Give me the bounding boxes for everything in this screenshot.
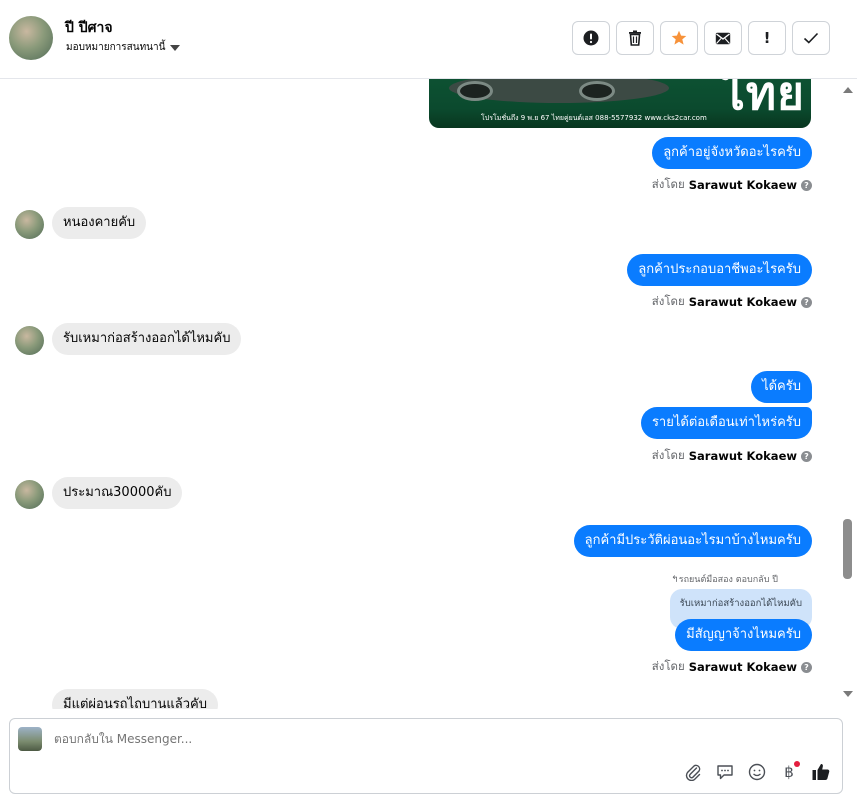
sent-by-prefix: ส่งโดย <box>651 294 685 308</box>
exclamation-icon: ! <box>763 29 771 47</box>
attach-button[interactable] <box>682 761 704 783</box>
message-incoming[interactable]: มีแต่ผ่อนรถไถบานแล้วคับ <box>52 689 218 709</box>
caret-down-icon <box>170 44 181 51</box>
scroll-thumb[interactable] <box>843 519 852 579</box>
sent-by-prefix: ส่งโดย <box>651 177 685 191</box>
sent-by-label: ส่งโดย Sarawut Kokaew ? <box>652 293 812 311</box>
reply-composer: ฿ <box>9 718 843 794</box>
sent-by-prefix: ส่งโดย <box>651 659 685 673</box>
contact-avatar-small[interactable] <box>15 480 44 509</box>
sent-by-agent: Sarawut Kokaew <box>688 295 797 309</box>
notification-dot <box>794 761 800 767</box>
promo-image[interactable]: ไทย โปรโมชั่นถึง 9 พ.ย 67 ไทยคู่ยนต์เอส … <box>429 79 811 128</box>
done-button[interactable] <box>792 21 830 55</box>
promo-footer: โปรโมชั่นถึง 9 พ.ย 67 ไทยคู่ยนต์เอส 088-… <box>481 114 707 122</box>
page-avatar <box>18 727 42 751</box>
help-icon[interactable]: ? <box>801 450 812 462</box>
help-icon[interactable]: ? <box>801 661 812 673</box>
help-icon[interactable]: ? <box>801 296 812 308</box>
envelope-icon <box>715 32 731 44</box>
scroll-up-arrow-icon[interactable] <box>843 87 853 93</box>
sent-by-agent: Sarawut Kokaew <box>688 660 797 674</box>
message-incoming[interactable]: รับเหมาก่อสร้างออกได้ไหมคับ <box>52 323 242 355</box>
contact-name[interactable]: ปี ปีศาจ <box>65 17 113 39</box>
smile-icon <box>748 763 766 781</box>
thread-scrollbar[interactable] <box>840 79 857 709</box>
payment-button[interactable]: ฿ <box>778 761 800 783</box>
contact-avatar-small[interactable] <box>15 326 44 355</box>
trash-icon <box>629 30 641 46</box>
message-outgoing[interactable]: ได้ครับ <box>751 371 812 403</box>
saved-replies-button[interactable] <box>714 761 736 783</box>
star-button[interactable] <box>660 21 698 55</box>
sent-by-prefix: ส่งโดย <box>651 448 685 462</box>
thumbs-up-icon <box>812 764 830 780</box>
emoji-button[interactable] <box>746 761 768 783</box>
paperclip-icon <box>685 764 701 781</box>
contact-avatar[interactable] <box>9 16 53 60</box>
alert-circle-icon <box>583 30 599 46</box>
help-icon[interactable]: ? <box>801 179 812 191</box>
message-outgoing[interactable]: ลูกค้าอยู่จังหวัดอะไรครับ <box>652 137 812 169</box>
reply-note: ↰รถยนต์มือสอง ตอบกลับ ปี <box>671 575 778 585</box>
promo-headline: ไทย <box>721 79 805 120</box>
sent-by-label: ส่งโดย Sarawut Kokaew ? <box>652 447 812 465</box>
message-outgoing[interactable]: ลูกค้ามีประวัติผ่อนอะไรมาบ้างไหมครับ <box>573 525 812 557</box>
assign-conversation-dropdown[interactable]: มอบหมายการสนทนานี้ <box>66 40 181 55</box>
sent-by-agent: Sarawut Kokaew <box>688 178 797 192</box>
conversation-actions: ! <box>572 21 830 55</box>
mark-unread-button[interactable] <box>704 21 742 55</box>
contact-avatar-small[interactable] <box>15 210 44 239</box>
tire-graphic <box>457 81 493 101</box>
conversation-header: ปี ปีศาจ มอบหมายการสนทนานี้ ! <box>0 0 857 79</box>
message-outgoing[interactable]: มีสัญญาจ้างไหมครับ <box>675 619 812 651</box>
star-icon <box>671 30 687 45</box>
check-icon <box>803 32 819 44</box>
message-incoming[interactable]: ประมาณ30000คับ <box>52 477 183 509</box>
scroll-down-arrow-icon[interactable] <box>843 691 853 697</box>
sent-by-agent: Sarawut Kokaew <box>688 449 797 463</box>
message-incoming[interactable]: หนองคายคับ <box>52 207 147 239</box>
chat-bubble-icon <box>717 765 733 780</box>
sent-by-label: ส่งโดย Sarawut Kokaew ? <box>652 176 812 194</box>
spam-button[interactable]: ! <box>748 21 786 55</box>
like-button[interactable] <box>810 761 832 783</box>
sent-by-label: ส่งโดย Sarawut Kokaew ? <box>652 658 812 676</box>
message-outgoing[interactable]: รายได้ต่อเดือนเท่าไหร่ครับ <box>640 407 812 439</box>
report-button[interactable] <box>572 21 610 55</box>
composer-tools: ฿ <box>682 761 832 783</box>
assign-label: มอบหมายการสนทนานี้ <box>66 42 166 53</box>
delete-button[interactable] <box>616 21 654 55</box>
baht-icon: ฿ <box>784 763 794 781</box>
message-outgoing[interactable]: ลูกค้าประกอบอาชีพอะไรครับ <box>627 254 812 286</box>
reply-input[interactable] <box>54 732 654 746</box>
message-thread[interactable]: ไทย โปรโมชั่นถึง 9 พ.ย 67 ไทยคู่ยนต์เอส … <box>0 79 840 709</box>
tire-graphic <box>579 81 615 101</box>
